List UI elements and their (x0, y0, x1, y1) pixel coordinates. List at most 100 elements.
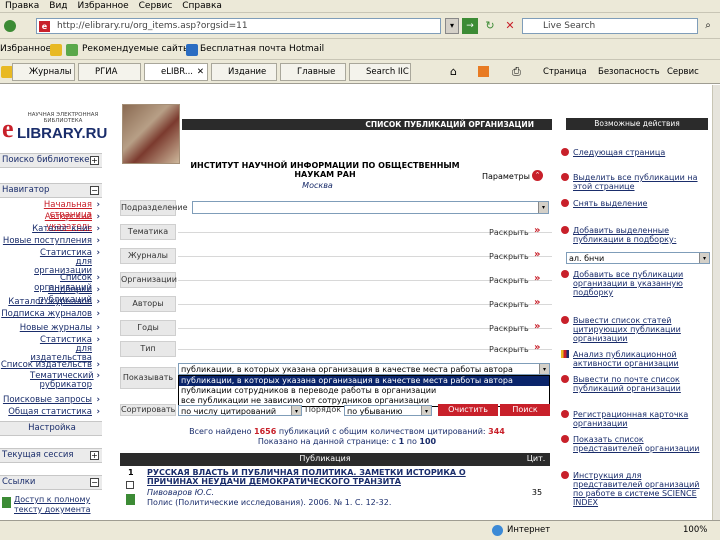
library-search-header[interactable]: Поиско библиотеке + (0, 153, 102, 168)
years-expand[interactable]: Раскрыть (489, 324, 529, 333)
home-icon[interactable]: ⌂ (450, 65, 457, 78)
show-options-list[interactable]: публикации, в которых указана организаци… (178, 375, 550, 407)
tab-bar: Журналы РГИА eLIBR... ✕ Издание Главные S… (0, 60, 720, 84)
parameters-label[interactable]: Параметры (482, 172, 530, 181)
department-select[interactable]: ▾ (192, 201, 549, 214)
type-chevron-icon[interactable]: » (534, 343, 540, 353)
type-expand[interactable]: Раскрыть (489, 345, 529, 354)
live-search-input[interactable]: Live Search (522, 18, 698, 34)
back-icon[interactable] (4, 20, 16, 32)
action-instructions[interactable]: Инструкция для представителей организаци… (561, 471, 705, 507)
nav-new[interactable]: Новые поступления (0, 236, 102, 246)
nav-new-journals[interactable]: Новые журналы (0, 323, 102, 333)
journals-chevron-icon[interactable]: » (534, 250, 540, 260)
collection-select[interactable]: ал. бнчи ▾ (566, 252, 710, 264)
address-bar[interactable]: http://elibrary.ru/org_items.asp?orgsid=… (36, 18, 441, 34)
action-analysis[interactable]: Анализ публикационной активности организ… (561, 350, 705, 368)
menu-help[interactable]: Справка (177, 1, 227, 11)
orgs-chevron-icon[interactable]: » (534, 274, 540, 284)
menu-view[interactable]: Вид (44, 1, 72, 11)
safety-menu[interactable]: Безопасность (598, 67, 660, 77)
fulltext-icon (2, 497, 11, 508)
tab-search[interactable]: Search IIC (349, 63, 411, 81)
zoom-level[interactable]: 100% (683, 525, 707, 535)
action-citing-list[interactable]: Вывести список статей цитирующих публика… (561, 316, 705, 343)
row-checkbox[interactable] (126, 481, 134, 489)
row-title[interactable]: РУССКАЯ ВЛАСТЬ И ПУБЛИЧНАЯ ПОЛИТИКА. ЗАМ… (147, 468, 487, 486)
menu-edit[interactable]: Правка (0, 1, 44, 11)
nav-publishers[interactable]: Список издательств (0, 360, 102, 370)
row-cites[interactable]: 35 (524, 488, 550, 497)
row-author[interactable]: Пивоваров Ю.С. (147, 488, 214, 497)
action-deselect[interactable]: Снять выделение (561, 199, 705, 208)
orgs-expand[interactable]: Раскрыть (489, 276, 529, 285)
journals-expand[interactable]: Раскрыть (489, 252, 529, 261)
tab-rgia[interactable]: РГИА (78, 63, 141, 81)
session-header[interactable]: Текущая сессия + (0, 448, 102, 463)
show-label: Показывать (120, 367, 176, 389)
fav-link-hotmail[interactable]: Бесплатная почта Hotmail (200, 44, 324, 54)
favorites-label[interactable]: Избранное (0, 44, 51, 54)
tools-menu[interactable]: Сервис (667, 67, 699, 77)
fav-link-recommended[interactable]: Рекомендуемые сайты (82, 44, 190, 54)
tab-journals[interactable]: Журналы (12, 63, 75, 81)
nav-rubricator[interactable]: Тематический рубрикатор (0, 372, 102, 392)
show-option[interactable]: публикации сотрудников в переводе работы… (179, 386, 549, 396)
tab-elibrary[interactable]: eLIBR... ✕ (144, 63, 208, 81)
feeds-icon[interactable] (478, 66, 489, 77)
action-reg-card[interactable]: Регистрационная карточка организации (561, 410, 705, 428)
link-fulltext[interactable]: Доступ к полному тексту документа (14, 495, 102, 515)
parameters-toggle-icon[interactable]: ⌃ (532, 170, 543, 181)
nav-subscription[interactable]: Подписка журналов (0, 309, 102, 319)
settings-header[interactable]: Настройка (0, 421, 102, 436)
print-icon[interactable]: ⎙ (512, 65, 521, 79)
nav-general-stats[interactable]: Общая статистика (0, 407, 102, 417)
address-dropdown-icon[interactable]: ▾ (445, 18, 459, 34)
order-select[interactable]: по убыванию ▾ (344, 405, 432, 416)
nav-org-stats[interactable]: Статистика для организации (0, 249, 102, 276)
years-chevron-icon[interactable]: » (534, 322, 540, 332)
star-icon[interactable] (50, 44, 62, 56)
address-text: http://elibrary.ru/org_items.asp?orgsid=… (57, 21, 248, 31)
menu-favorites[interactable]: Избранное (73, 1, 134, 11)
tab-main[interactable]: Главные (280, 63, 346, 81)
action-bullet-icon (561, 270, 569, 278)
sort-select[interactable]: по числу цитирований ▾ (178, 405, 302, 416)
nav-publisher-stats[interactable]: Статистика для издательства (0, 336, 102, 363)
authors-chevron-icon[interactable]: » (534, 298, 540, 308)
close-tab-icon[interactable]: ✕ (197, 64, 204, 80)
page-menu[interactable]: Страница (543, 67, 587, 77)
filter-topic-label: Тематика (120, 224, 176, 240)
shown-range-text: Показано на данной странице: с 1 по 100 (257, 437, 437, 446)
refresh-icon[interactable]: ↻ (482, 18, 498, 34)
topic-chevron-icon[interactable]: » (534, 226, 540, 236)
topic-expand[interactable]: Раскрыть (489, 228, 529, 237)
show-select[interactable]: публикации, в которых указана организаци… (178, 363, 550, 375)
show-option[interactable]: публикации, в которых указана организаци… (179, 376, 549, 386)
action-next-page[interactable]: Следующая страница (561, 148, 705, 157)
main-title-bar: СПИСОК ПУБЛИКАЦИЙ ОРГАНИЗАЦИИ (182, 119, 552, 130)
nav-journals[interactable]: Каталог журналов (0, 297, 102, 307)
go-icon[interactable]: → (462, 18, 478, 34)
chevron-down-icon[interactable]: ▾ (539, 364, 549, 374)
row-source[interactable]: Полис (Политические исследования). 2006.… (147, 498, 487, 507)
stop-icon[interactable]: ✕ (502, 18, 518, 34)
document-icon[interactable] (126, 494, 135, 505)
clear-button[interactable]: Очистить (438, 404, 498, 416)
action-representatives[interactable]: Показать список представителей организац… (561, 435, 705, 453)
add-favorite-icon[interactable] (66, 44, 78, 56)
show-selected: публикации, в которых указана организаци… (181, 365, 513, 374)
action-add-selected[interactable]: Добавить выделенные публикации в подборк… (561, 226, 705, 244)
vertical-scrollbar[interactable] (712, 85, 720, 520)
action-email-list[interactable]: Вывести по почте список публикаций орган… (561, 375, 705, 393)
nav-queries[interactable]: Поисковые запросы (0, 395, 102, 405)
menu-tools[interactable]: Сервис (134, 1, 178, 11)
tab-edition[interactable]: Издание (211, 63, 277, 81)
nav-books[interactable]: Каталог книг (0, 224, 102, 234)
site-logo[interactable]: НАУЧНАЯ ЭЛЕКТРОННАЯ БИБЛИОТЕКА e LIBRARY… (2, 112, 112, 144)
authors-expand[interactable]: Раскрыть (489, 300, 529, 309)
action-select-all[interactable]: Выделить все публикации на этой странице (561, 173, 705, 191)
search-icon[interactable]: ⌕ (700, 18, 716, 34)
search-button[interactable]: Поиск (500, 404, 550, 416)
action-add-all[interactable]: Добавить все публикации организации в ук… (561, 270, 705, 297)
